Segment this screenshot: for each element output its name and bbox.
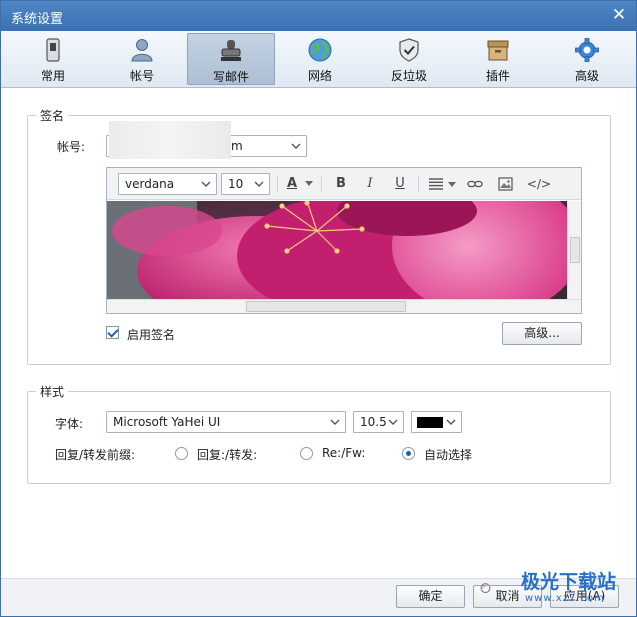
prefix-option-auto: 自动选择 xyxy=(424,448,473,462)
tab-compose[interactable]: 写邮件 xyxy=(187,33,275,85)
font-select[interactable]: Microsoft YaHei UI xyxy=(106,411,346,433)
color-swatch xyxy=(417,417,443,428)
font-label: 字体: xyxy=(55,417,84,431)
source-code-button[interactable]: </> xyxy=(526,175,552,193)
signature-flower-image xyxy=(107,201,567,299)
switch-icon xyxy=(46,38,60,62)
signature-advanced-button[interactable]: 高级... xyxy=(502,322,582,345)
style-group-title: 样式 xyxy=(36,383,69,400)
ok-button[interactable]: 确定 xyxy=(396,585,465,608)
font-size-select[interactable]: 10 xyxy=(221,173,270,195)
style-group: 样式 xyxy=(27,383,611,484)
image-icon[interactable] xyxy=(498,177,513,191)
prefix-radio-auto[interactable] xyxy=(402,447,415,460)
toolbar-divider xyxy=(321,176,322,192)
tab-antispam[interactable]: 反垃圾 xyxy=(365,33,453,85)
tab-network[interactable]: 网络 xyxy=(276,33,364,85)
globe-icon xyxy=(308,38,332,62)
tab-label: 写邮件 xyxy=(212,70,249,84)
prefix-radio-english[interactable] xyxy=(300,447,313,460)
font-family-value: verdana xyxy=(125,177,175,191)
chevron-down-icon xyxy=(254,181,264,187)
scroll-thumb[interactable] xyxy=(246,301,406,312)
prefix-radio-chinese[interactable] xyxy=(175,447,188,460)
tab-label: 帐号 xyxy=(129,69,154,83)
account-label: 帐号: xyxy=(57,140,86,154)
align-icon[interactable] xyxy=(429,178,443,190)
tab-plugins[interactable]: 插件 xyxy=(454,33,542,85)
tab-label: 高级 xyxy=(574,69,599,83)
italic-button[interactable]: I xyxy=(359,175,381,193)
editor-toolbar: verdana 10 A B I U </> xyxy=(107,168,581,200)
watermark-text: 极光下载站 xyxy=(521,571,617,593)
link-icon[interactable] xyxy=(467,178,483,190)
font-size-combo[interactable]: 10.5 xyxy=(353,411,404,433)
font-size-combo-value: 10.5 xyxy=(360,415,387,429)
box-icon xyxy=(487,40,509,61)
reply-prefix-label: 回复/转发前缀: xyxy=(55,448,136,462)
window-title: 系统设置 xyxy=(11,12,64,27)
account-value: m xyxy=(231,139,243,153)
toolbar-divider xyxy=(418,176,419,192)
tab-label: 网络 xyxy=(307,69,332,83)
tab-bar: 常用 帐号 写邮件 网络 反垃圾 插件 高级 xyxy=(1,31,636,88)
font-family-select[interactable]: verdana xyxy=(118,173,217,195)
text-color-button[interactable]: A xyxy=(281,175,303,193)
tab-label: 反垃圾 xyxy=(390,69,427,83)
title-bar: 系统设置 ✕ xyxy=(1,1,636,31)
shield-icon xyxy=(399,38,419,62)
signature-editor[interactable]: verdana 10 A B I U </> xyxy=(106,167,582,314)
color-picker[interactable] xyxy=(411,411,462,433)
caret-down-icon[interactable] xyxy=(448,182,456,188)
redacted-account xyxy=(109,121,231,159)
scroll-thumb[interactable] xyxy=(570,237,580,263)
enable-signature-label: 启用签名 xyxy=(127,328,176,342)
person-icon xyxy=(131,39,153,62)
tab-account[interactable]: 帐号 xyxy=(98,33,186,85)
prefix-option-chinese: 回复:/转发: xyxy=(197,448,258,462)
tab-label: 插件 xyxy=(485,69,510,83)
caret-down-icon[interactable] xyxy=(305,181,313,187)
font-size-value: 10 xyxy=(228,177,244,191)
editor-horizontal-scrollbar[interactable] xyxy=(107,299,581,313)
chevron-down-icon xyxy=(330,419,340,425)
watermark-logo xyxy=(480,583,492,594)
chevron-down-icon xyxy=(201,181,211,187)
enable-signature-checkbox[interactable] xyxy=(106,326,119,339)
tab-advanced[interactable]: 高级 xyxy=(543,33,631,85)
toolbar-divider xyxy=(277,176,278,192)
editor-vertical-scrollbar[interactable] xyxy=(567,201,581,299)
signature-group-title: 签名 xyxy=(36,107,69,124)
chevron-down-icon xyxy=(388,419,398,425)
chevron-down-icon xyxy=(291,143,301,149)
stamp-icon xyxy=(221,40,241,61)
bold-button[interactable]: B xyxy=(330,175,352,193)
close-icon[interactable]: ✕ xyxy=(608,4,630,26)
tab-general[interactable]: 常用 xyxy=(9,33,97,85)
gear-icon xyxy=(575,38,599,62)
watermark-url: www.xz7.com xyxy=(525,593,605,604)
underline-button[interactable]: U xyxy=(389,175,411,193)
font-value: Microsoft YaHei UI xyxy=(113,415,221,429)
tab-label: 常用 xyxy=(40,69,65,83)
chevron-down-icon xyxy=(446,419,456,425)
prefix-option-english: Re:/Fw: xyxy=(322,446,366,460)
settings-dialog: 系统设置 ✕ 常用 帐号 写邮件 网络 反垃圾 插件 高级 签名 帐号: m v… xyxy=(0,0,637,617)
